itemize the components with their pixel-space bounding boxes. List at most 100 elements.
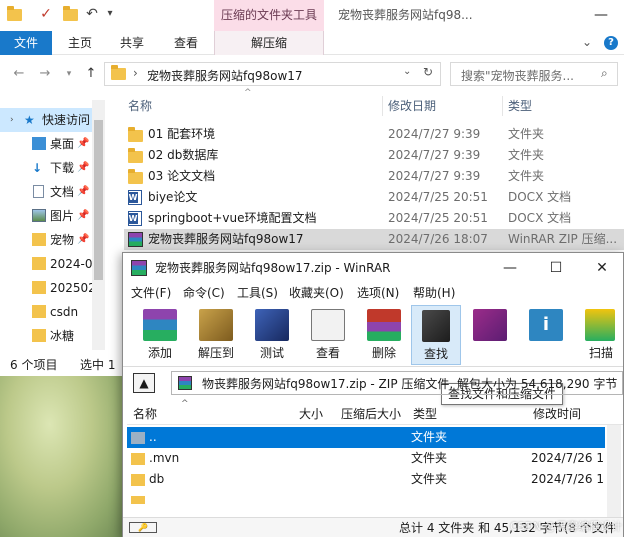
menu-favorites[interactable]: 收藏夹(O) xyxy=(289,283,344,303)
minimize-button[interactable]: — xyxy=(487,253,533,283)
desktop-wallpaper xyxy=(0,376,124,537)
tab-file[interactable]: 文件 xyxy=(0,31,52,55)
tab-share[interactable]: 共享 xyxy=(112,31,152,55)
nav-label: 202502 xyxy=(50,281,92,295)
column-type[interactable]: 类型 xyxy=(508,94,532,118)
file-row[interactable]: 01 配套环境 2024/7/27 9:39 文件夹 xyxy=(124,124,624,145)
file-name: biye论文 xyxy=(148,190,198,204)
close-button[interactable]: ✕ xyxy=(579,253,624,283)
nav-item-quick-access[interactable]: › ★ 快速访问 xyxy=(0,108,92,132)
tab-view[interactable]: 查看 xyxy=(166,31,206,55)
nav-item-desktop[interactable]: 桌面 📌 xyxy=(0,132,92,156)
entry-modified: 2024/7/26 1 xyxy=(531,472,604,486)
recent-locations-icon[interactable]: ▾ xyxy=(60,64,78,84)
address-dropdown-icon[interactable]: ⌄ xyxy=(403,66,411,77)
up-level-button[interactable]: ▲ xyxy=(133,373,155,393)
nav-item-documents[interactable]: 文档 📌 xyxy=(0,180,92,204)
nav-item-downloads[interactable]: ↓ 下载 📌 xyxy=(0,156,92,180)
file-row[interactable]: 03 论文文档 2024/7/27 9:39 文件夹 xyxy=(124,166,624,187)
tab-home[interactable]: 主页 xyxy=(60,31,100,55)
view-button[interactable]: 查看 xyxy=(303,305,353,365)
delete-button[interactable]: 删除 xyxy=(359,305,409,365)
archive-row[interactable] xyxy=(127,490,605,504)
word-doc-icon xyxy=(128,211,142,226)
sort-up-icon: ^ xyxy=(181,399,189,409)
navigation-scrollbar[interactable] xyxy=(92,100,105,350)
word-doc-icon xyxy=(128,190,142,205)
up-arrow-icon[interactable]: ↑ xyxy=(82,64,100,84)
help-icon[interactable]: ? xyxy=(604,36,618,50)
nav-item-folder[interactable]: 202502 xyxy=(0,276,92,300)
tab-extract[interactable]: 解压缩 xyxy=(214,31,324,55)
menu-file[interactable]: 文件(F) xyxy=(131,283,171,303)
archive-row[interactable]: db 文件夹 2024/7/26 1 xyxy=(127,469,605,490)
wizard-button[interactable] xyxy=(465,305,515,365)
folder-icon xyxy=(32,305,46,318)
test-icon xyxy=(255,309,289,341)
menu-tools[interactable]: 工具(S) xyxy=(237,283,278,303)
toolbar-label: 查看 xyxy=(315,346,340,360)
nav-item-folder[interactable]: 2024-0 xyxy=(0,252,92,276)
new-folder-icon[interactable] xyxy=(62,6,78,22)
add-button[interactable]: 添加 xyxy=(135,305,185,365)
winrar-menubar: 文件(F) 命令(C) 工具(S) 收藏夹(O) 选项(N) 帮助(H) xyxy=(123,283,623,303)
test-button[interactable]: 测试 xyxy=(247,305,297,365)
archive-scrollbar[interactable] xyxy=(607,425,621,517)
file-row[interactable]: biye论文 2024/7/25 20:51 DOCX 文档 xyxy=(124,187,624,208)
file-row[interactable]: springboot+vue环境配置文档 2024/7/25 20:51 DOC… xyxy=(124,208,624,229)
minimize-button[interactable]: — xyxy=(578,0,624,31)
undo-icon[interactable]: ↶ xyxy=(84,6,100,22)
nav-item-pictures[interactable]: 图片 📌 xyxy=(0,204,92,228)
search-icon[interactable]: ⌕ xyxy=(601,66,608,81)
menu-help[interactable]: 帮助(H) xyxy=(413,283,455,303)
column-type[interactable]: 类型 xyxy=(413,403,437,425)
column-divider[interactable] xyxy=(382,96,383,116)
archive-path-field[interactable]: 物丧葬服务网站fq98ow17.zip - ZIP 压缩文件, 解包大小为 54… xyxy=(171,371,623,395)
parent-folder-icon xyxy=(131,432,145,444)
address-box[interactable]: › 宠物丧葬服务网站fq98ow17 ⌄ ↻ xyxy=(104,62,441,86)
column-name[interactable]: 名称 xyxy=(133,403,157,425)
extract-to-button[interactable]: 解压到 xyxy=(191,305,241,365)
info-button[interactable]: i xyxy=(521,305,571,365)
find-button[interactable]: 查找 xyxy=(411,305,461,365)
archive-row-selected[interactable]: .. 文件夹 xyxy=(127,427,605,448)
back-arrow-icon[interactable]: ← xyxy=(10,64,28,84)
column-divider[interactable] xyxy=(502,96,503,116)
forward-arrow-icon[interactable]: → xyxy=(36,64,54,84)
scan-button[interactable]: 扫描 xyxy=(579,305,623,365)
toolbar-label: 添加 xyxy=(147,346,172,360)
maximize-button[interactable]: ☐ xyxy=(533,253,579,283)
archive-row[interactable]: .mvn 文件夹 2024/7/26 1 xyxy=(127,448,605,469)
search-input[interactable]: 搜索"宠物丧葬服务... ⌕ xyxy=(450,62,618,86)
nav-item-folder[interactable]: 冰糖 xyxy=(0,324,92,348)
column-modified[interactable]: 修改时间 xyxy=(533,403,581,425)
winrar-icon xyxy=(128,232,143,247)
customize-quick-access-icon[interactable]: ▾ xyxy=(102,6,118,22)
file-name: 01 配套环境 xyxy=(148,127,216,141)
nav-label: csdn xyxy=(50,305,79,319)
entry-name: .mvn xyxy=(149,451,180,465)
file-row[interactable]: 02 db数据库 2024/7/27 9:39 文件夹 xyxy=(124,145,624,166)
file-row-selected[interactable]: 宠物丧葬服务网站fq98ow17 2024/7/26 18:07 WinRAR … xyxy=(124,229,624,250)
toolbar-label: 删除 xyxy=(371,346,396,360)
winrar-window: 宠物丧葬服务网站fq98ow17.zip - WinRAR — ☐ ✕ 文件(F… xyxy=(122,252,624,537)
refresh-icon[interactable]: ↻ xyxy=(423,65,433,79)
column-date[interactable]: 修改日期 xyxy=(388,94,436,118)
folder-icon xyxy=(32,257,46,270)
column-size[interactable]: 大小 xyxy=(299,403,323,425)
collapse-chevron-icon[interactable]: › xyxy=(10,108,14,132)
compressed-folder-tools-tab[interactable]: 压缩的文件夹工具 xyxy=(214,0,324,31)
scrollbar-thumb[interactable] xyxy=(94,120,103,280)
expand-ribbon-icon[interactable]: ⌄ xyxy=(582,35,592,49)
breadcrumb-chevron-icon[interactable]: › xyxy=(133,66,138,80)
properties-icon[interactable]: ✓ xyxy=(38,6,54,22)
pin-icon: 📌 xyxy=(77,186,90,197)
menu-options[interactable]: 选项(N) xyxy=(357,283,399,303)
menu-commands[interactable]: 命令(C) xyxy=(183,283,225,303)
column-name[interactable]: 名称 xyxy=(128,94,152,118)
file-list-header: ^ 名称 修改日期 类型 xyxy=(124,88,624,118)
column-packed-size[interactable]: 压缩后大小 xyxy=(341,403,401,425)
desktop-icon xyxy=(32,137,46,150)
nav-item-folder[interactable]: csdn xyxy=(0,300,92,324)
nav-item-folder[interactable]: 宠物 📌 xyxy=(0,228,92,252)
